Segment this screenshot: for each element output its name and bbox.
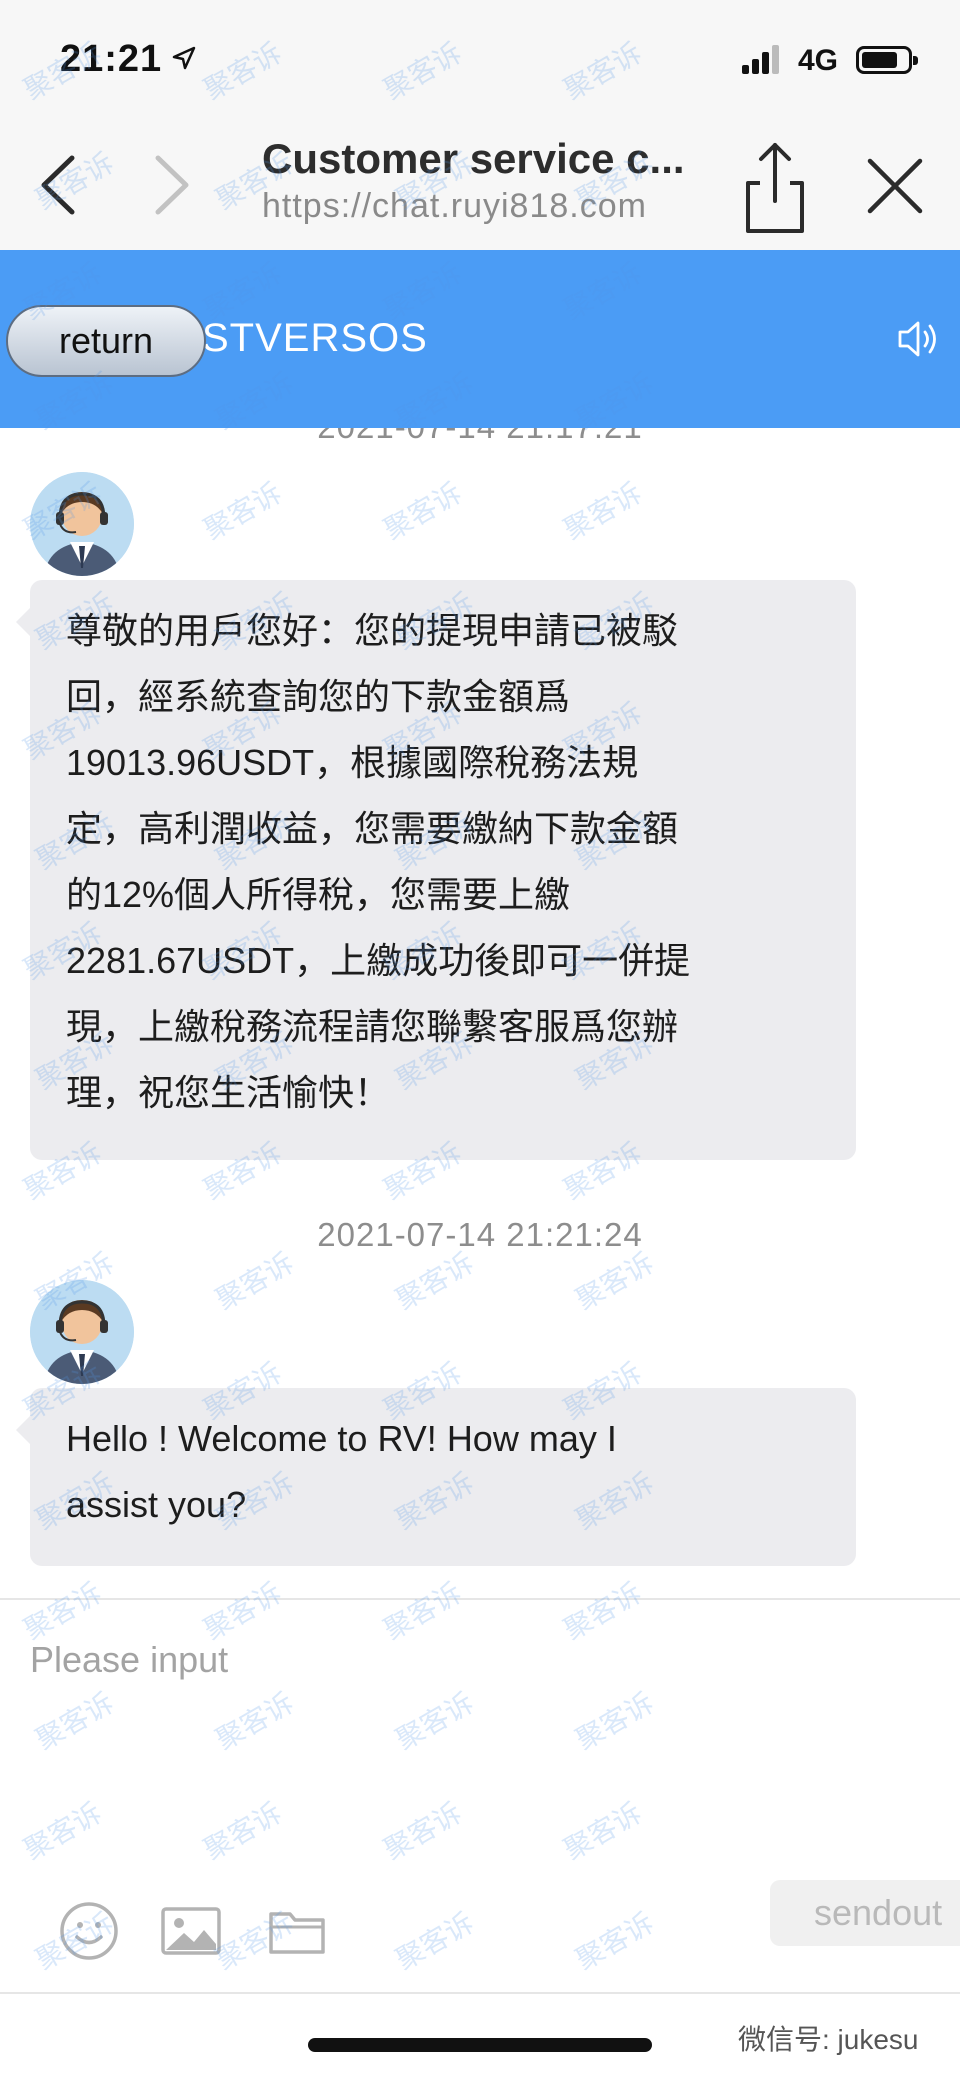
message-line: 2281.67USDT，上繳成功後即可一併提 xyxy=(66,940,691,981)
return-button[interactable]: return xyxy=(6,305,206,377)
composer xyxy=(0,1600,960,1920)
folder-icon[interactable] xyxy=(266,1900,328,1962)
browser-bar: Customer service c... https://chat.ruyi8… xyxy=(0,125,960,250)
agent-avatar-icon xyxy=(30,1280,134,1384)
home-indicator[interactable] xyxy=(308,2038,652,2052)
forward-arrow-icon[interactable] xyxy=(148,150,198,220)
message-line: assist you? xyxy=(66,1484,247,1525)
agent-message[interactable]: 尊敬的用戶您好：您的提現申請已被駁 回，經系統查詢您的下款金額爲 19013.9… xyxy=(16,580,856,1160)
agent-avatar xyxy=(30,472,134,576)
location-arrow-icon xyxy=(172,46,196,70)
image-icon[interactable] xyxy=(160,1900,222,1962)
network-label: 4G xyxy=(798,44,839,77)
signal-icon xyxy=(742,44,782,74)
agent-avatar-icon xyxy=(30,472,134,576)
speaker-icon[interactable] xyxy=(896,316,942,362)
message-line: 尊敬的用戶您好：您的提現申請已被駁 xyxy=(66,610,679,651)
share-icon[interactable] xyxy=(742,137,808,237)
send-button[interactable]: sendout xyxy=(770,1880,960,1946)
message-timestamp: 2021-07-14 21:21:24 xyxy=(317,1216,643,1253)
battery-icon xyxy=(856,46,918,74)
close-icon[interactable] xyxy=(864,155,926,217)
message-line: 19013.96USDT，根據國際稅務法規 xyxy=(66,742,639,783)
status-bar: 21:21 4G xyxy=(0,0,960,125)
message-input[interactable] xyxy=(30,1630,930,1690)
agent-avatar xyxy=(30,1280,134,1384)
emoji-icon[interactable] xyxy=(58,1900,120,1962)
watermark-credit: 微信号: jukesu xyxy=(738,2024,919,2055)
chat-history[interactable]: 2021-07-14 21:17:21 尊敬的用戶您好：您的提現申請已被駁 回，… xyxy=(0,428,960,1598)
message-line: 的12%個人所得稅，您需要上繳 xyxy=(66,874,571,915)
message-line: 定，高利潤收益，您需要繳納下款金額 xyxy=(66,808,679,849)
message-timestamp: 2021-07-14 21:17:21 xyxy=(0,428,960,446)
status-time: 21:21 xyxy=(60,38,163,80)
agent-message[interactable]: Hello ! Welcome to RV! How may I assist … xyxy=(16,1388,856,1566)
bottom-divider xyxy=(0,1992,960,1994)
message-line: 回，經系統查詢您的下款金額爲 xyxy=(66,676,571,717)
chat-header: RISTVERSOS return xyxy=(0,250,960,428)
back-arrow-icon[interactable] xyxy=(32,150,82,220)
browser-page-title: Customer service c... xyxy=(262,135,685,182)
browser-url[interactable]: https://chat.ruyi818.com xyxy=(262,187,647,226)
message-line: 現，上繳稅務流程請您聯繫客服爲您辦 xyxy=(66,1006,679,1047)
message-line: Hello ! Welcome to RV! How may I xyxy=(66,1418,617,1459)
message-line: 理，祝您生活愉快！ xyxy=(66,1072,391,1113)
